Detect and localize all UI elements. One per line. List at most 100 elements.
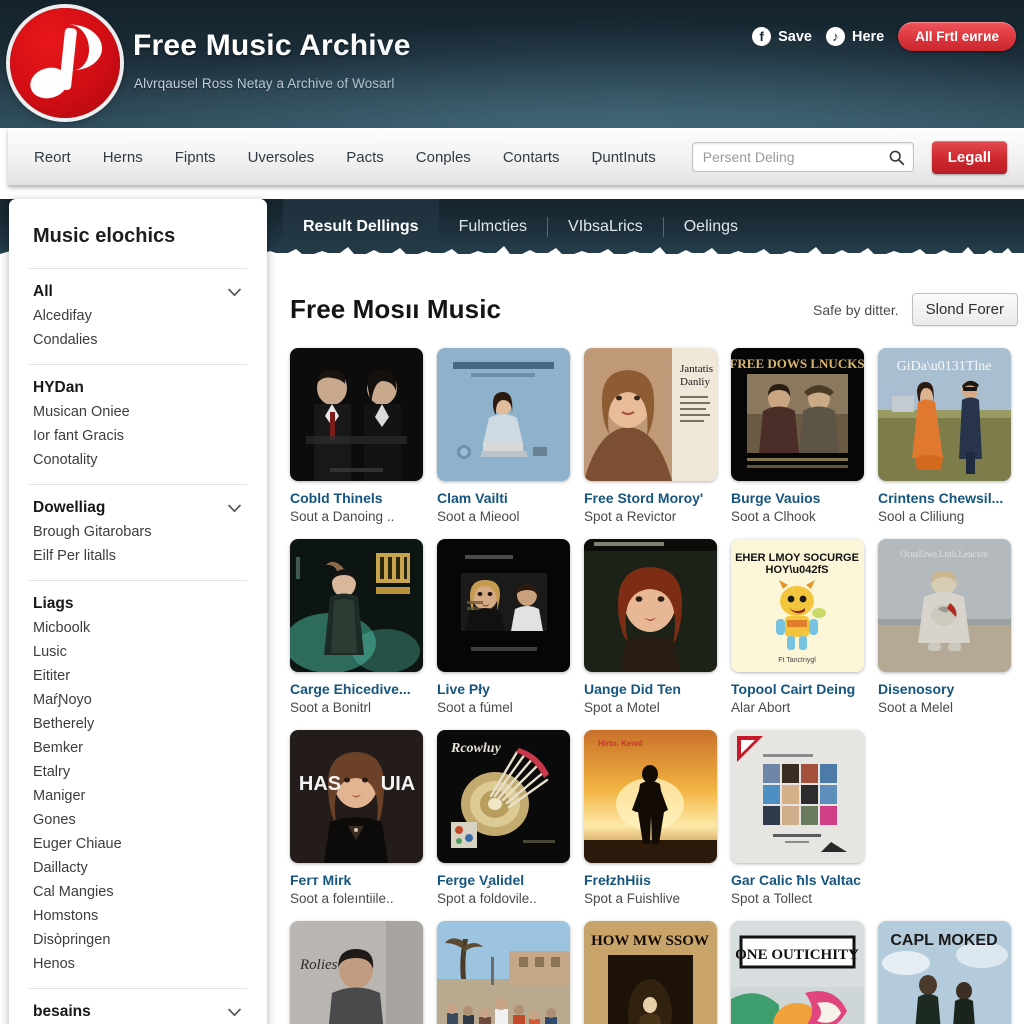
album-art[interactable]: ONE OUTICHITY [731, 921, 864, 1024]
sidebar-item[interactable]: Musican Oniee [29, 400, 247, 424]
sidebar-item[interactable]: Daillacty [29, 856, 247, 880]
sidebar-group-header[interactable]: besains [29, 1003, 247, 1021]
chevron-down-icon[interactable] [228, 288, 241, 297]
album-title[interactable]: Topool Cairt Deing [731, 681, 864, 697]
album-art[interactable] [437, 539, 570, 672]
sidebar-item[interactable]: Cal Mangies [29, 880, 247, 904]
album-art[interactable]: EHER LMOY SOCURGE HOY\u042fS Ft Tanctnyg… [731, 539, 864, 672]
album-card[interactable] [437, 921, 570, 1024]
rolies-man-grey-art-icon: Rolies TIMIL [290, 921, 423, 1024]
nav-item-3[interactable]: Uversoles [248, 149, 315, 166]
album-art[interactable] [584, 539, 717, 672]
album-art[interactable] [437, 921, 570, 1024]
album-card[interactable]: OcnsEtwe.Lnth.Lencxm Disenosory Soot a M… [878, 539, 1011, 715]
album-title[interactable]: Carge Ehicedive... [290, 681, 423, 697]
sidebar-item[interactable]: Henos [29, 952, 247, 976]
sidebar-item[interactable]: MaŕƝoyo [29, 688, 247, 712]
sidebar-item[interactable]: Disòpringen [29, 928, 247, 952]
sidebar-item[interactable]: Gones [29, 808, 247, 832]
nav-item-5[interactable]: Conples [416, 149, 471, 166]
sidebar-item[interactable]: Lusic [29, 640, 247, 664]
album-card[interactable]: FREE DOWS LNUCKS Burge Vauios Soot a Clh… [731, 348, 864, 524]
album-title[interactable]: Clam Vailti [437, 490, 570, 506]
nav-item-0[interactable]: Reort [34, 149, 71, 166]
album-card[interactable]: Rolies TIMIL [290, 921, 423, 1024]
album-title[interactable]: Ferт Mirk [290, 872, 423, 888]
sidebar-group-header[interactable]: All [29, 283, 247, 301]
cta-button[interactable]: All Frtl еигие [898, 22, 1016, 51]
album-art[interactable] [731, 730, 864, 863]
chevron-down-icon[interactable] [228, 504, 241, 513]
album-art[interactable]: Jantatis Danliy [584, 348, 717, 481]
search-input[interactable] [692, 143, 913, 171]
album-art[interactable]: FREE DOWS LNUCKS [731, 348, 864, 481]
album-card[interactable]: GiDa\u0131Tlne Crintens Chewsil... Sool … [878, 348, 1011, 524]
album-card[interactable]: Uange Did Ten Spot a Motel [584, 539, 717, 715]
sidebar-item[interactable]: Ior fant Gracis [29, 424, 247, 448]
album-title[interactable]: Ferge V̧alidel [437, 872, 570, 888]
search-box[interactable] [691, 142, 914, 172]
album-title[interactable]: Disenosory [878, 681, 1011, 697]
chevron-down-icon[interactable] [228, 1008, 241, 1017]
facebook-save-button[interactable]: f Save [752, 27, 812, 46]
album-art[interactable]: GiDa\u0131Tlne [878, 348, 1011, 481]
album-card[interactable]: EHER LMOY SOCURGE HOY\u042fS Ft Tanctnyg… [731, 539, 864, 715]
album-art[interactable]: OcnsEtwe.Lnth.Lencxm [878, 539, 1011, 672]
legal-button[interactable]: Legall [931, 140, 1008, 174]
album-card[interactable]: Rcowluy Ferge V̧alidel Spot a foldovile.… [437, 730, 570, 906]
album-title[interactable]: Live Pły [437, 681, 570, 697]
album-art[interactable]: CAPL MOKED [878, 921, 1011, 1024]
sidebar-item[interactable]: Maniger [29, 784, 247, 808]
album-title[interactable]: Gar Calic ħls Valtac [731, 872, 864, 888]
nav-item-2[interactable]: Fipnts [175, 149, 216, 166]
album-art[interactable]: Hirto. Kewd [584, 730, 717, 863]
album-card[interactable]: Gar Calic ħls Valtac Spot а Tollect [731, 730, 864, 906]
sidebar-group-header[interactable]: Liags [29, 595, 247, 613]
album-card[interactable]: Hirto. Kewd FrełzhHiis Spot а Fuishlive [584, 730, 717, 906]
twitter-here-button[interactable]: ♪ Here [826, 27, 884, 46]
sidebar-item[interactable]: Brough Gitarobars [29, 520, 247, 544]
album-card[interactable]: Cobld Thinels Sout a Danoing .. [290, 348, 423, 524]
album-card[interactable]: HOW MW SSOW [584, 921, 717, 1024]
album-art[interactable]: Rcowluy [437, 730, 570, 863]
album-card[interactable]: ONE OUTICHITY [731, 921, 864, 1024]
album-art[interactable] [290, 539, 423, 672]
album-art[interactable]: Rolies TIMIL [290, 921, 423, 1024]
album-title[interactable]: Uange Did Ten [584, 681, 717, 697]
album-art[interactable] [290, 348, 423, 481]
album-title[interactable]: Cobld Thinels [290, 490, 423, 506]
album-art[interactable]: HOW MW SSOW [584, 921, 717, 1024]
sidebar-item[interactable]: Condalies [29, 328, 247, 352]
album-card[interactable]: HAS UIA Ferт Mirk Soot a foleıntiile.. [290, 730, 423, 906]
album-title[interactable]: Burge Vauios [731, 490, 864, 506]
album-art[interactable] [437, 348, 570, 481]
album-card[interactable]: Jantatis Danliy Free Stord Moroy' Spot a… [584, 348, 717, 524]
sidebar-item[interactable]: Alcedifay [29, 304, 247, 328]
album-art[interactable]: HAS UIA [290, 730, 423, 863]
sort-dropdown[interactable]: Slond Forer [911, 293, 1018, 326]
nav-item-7[interactable]: ḐuntInuts [592, 149, 656, 166]
album-card[interactable]: CAPL MOKED [878, 921, 1011, 1024]
sidebar-item[interactable]: Betherely [29, 712, 247, 736]
album-card[interactable]: Carge Ehicedive... Soot a Bonitrl [290, 539, 423, 715]
site-logo[interactable] [10, 8, 120, 118]
album-title[interactable]: Crintens Chewsil... [878, 490, 1011, 506]
album-title[interactable]: Free Stord Moroy' [584, 490, 717, 506]
album-card[interactable]: Clam Vailti Soot a Mieool [437, 348, 570, 524]
search-icon[interactable] [888, 149, 905, 166]
sidebar-item[interactable]: Etalry [29, 760, 247, 784]
album-title[interactable]: FrełzhHiis [584, 872, 717, 888]
sidebar-item[interactable]: Homstons [29, 904, 247, 928]
sidebar-item[interactable]: Micboolk [29, 616, 247, 640]
sidebar-item[interactable]: Conotality [29, 448, 247, 472]
nav-item-6[interactable]: Contarts [503, 149, 560, 166]
sidebar-item[interactable]: Eilf Per litalls [29, 544, 247, 568]
nav-item-1[interactable]: Herns [103, 149, 143, 166]
nav-item-4[interactable]: Pacts [346, 149, 384, 166]
sidebar-group-header[interactable]: HYDan [29, 379, 247, 397]
sidebar-item[interactable]: Euger Chiaue [29, 832, 247, 856]
album-card[interactable]: Live Pły Soot a fúmel [437, 539, 570, 715]
sidebar-group-header[interactable]: Dowelliag [29, 499, 247, 517]
sidebar-item[interactable]: Bemker [29, 736, 247, 760]
sidebar-item[interactable]: Eititer [29, 664, 247, 688]
